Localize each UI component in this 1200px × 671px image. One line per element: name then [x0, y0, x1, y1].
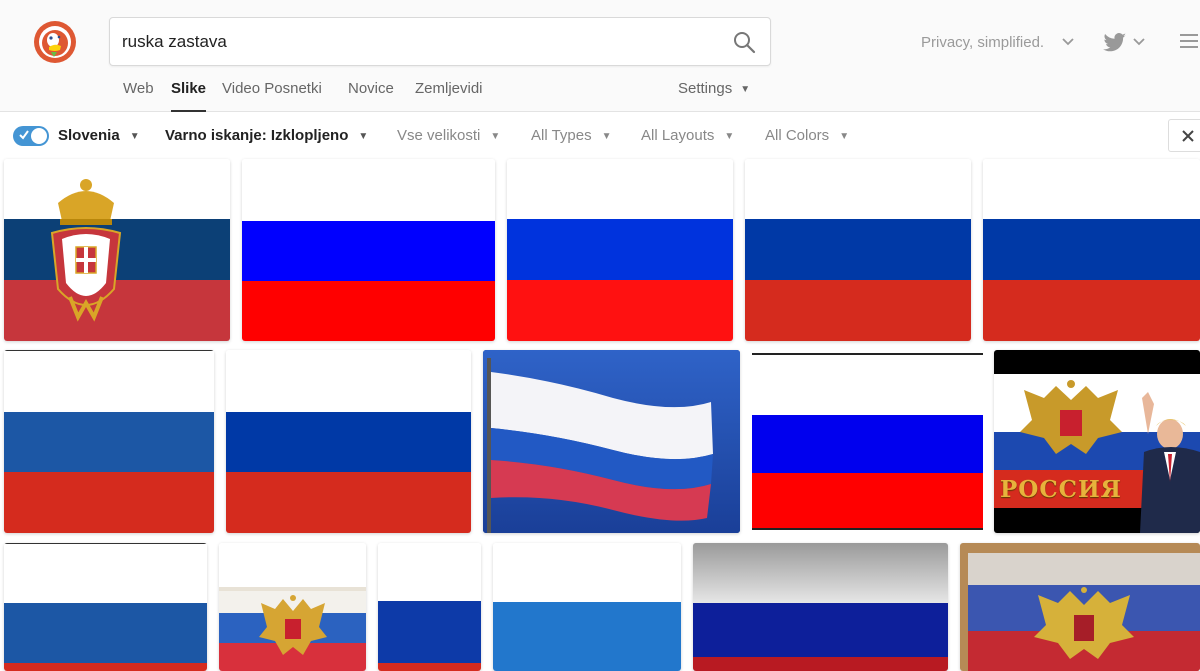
search-input[interactable]	[122, 18, 712, 65]
chevron-down-icon[interactable]	[1062, 38, 1074, 46]
tab-videos[interactable]: Video Posnetki	[222, 80, 322, 112]
image-result[interactable]	[4, 159, 230, 341]
image-result[interactable]	[226, 350, 471, 533]
double-headed-eagle-icon	[1034, 587, 1134, 659]
image-result[interactable]	[483, 350, 740, 533]
close-filters-button[interactable]	[1168, 119, 1200, 152]
header: Privacy, simplified. Web Slike Video Pos…	[0, 0, 1200, 112]
twitter-icon[interactable]	[1103, 33, 1127, 53]
double-headed-eagle-icon	[259, 595, 327, 655]
tab-images[interactable]: Slike	[171, 80, 207, 112]
caret-down-icon: ▼	[601, 131, 612, 142]
check-icon	[19, 130, 29, 140]
caret-down-icon: ▼	[490, 131, 501, 142]
waving-flag-photo	[483, 350, 740, 533]
safe-search-dropdown[interactable]: Varno iskanje: Izklopljeno ▼	[165, 127, 368, 144]
search-icon[interactable]	[732, 30, 756, 54]
menu-icon[interactable]	[1180, 34, 1198, 50]
caret-down-icon: ▼	[129, 131, 140, 142]
caret-down-icon: ▼	[740, 84, 751, 95]
image-result[interactable]: РОССИЯ	[994, 350, 1200, 533]
tab-web[interactable]: Web	[123, 80, 154, 112]
size-dropdown[interactable]: Vse velikosti ▼	[397, 127, 500, 144]
image-result[interactable]	[4, 350, 214, 533]
serbian-coat-of-arms-icon	[50, 179, 122, 322]
duckduckgo-logo-icon[interactable]	[34, 21, 76, 63]
search-box	[109, 17, 771, 66]
caret-down-icon: ▼	[358, 131, 369, 142]
image-result[interactable]	[752, 350, 983, 533]
settings-label: Settings	[678, 80, 733, 97]
region-toggle[interactable]	[13, 126, 49, 146]
layout-dropdown[interactable]: All Layouts ▼	[641, 127, 734, 144]
caret-down-icon: ▼	[724, 131, 735, 142]
person-photo	[1140, 392, 1200, 533]
caret-down-icon: ▼	[839, 131, 850, 142]
tab-maps[interactable]: Zemljevidi	[415, 80, 483, 112]
image-result[interactable]	[4, 543, 207, 671]
type-dropdown[interactable]: All Types ▼	[531, 127, 612, 144]
image-result[interactable]	[693, 543, 948, 671]
privacy-tagline[interactable]: Privacy, simplified.	[921, 34, 1044, 51]
settings-dropdown[interactable]: Settings ▼	[678, 80, 750, 97]
image-result[interactable]	[507, 159, 733, 341]
close-icon	[1182, 130, 1194, 142]
image-result[interactable]	[745, 159, 971, 341]
image-result[interactable]	[983, 159, 1200, 341]
image-result[interactable]	[219, 543, 366, 671]
color-dropdown[interactable]: All Colors ▼	[765, 127, 849, 144]
region-dropdown[interactable]: Slovenia ▼	[58, 127, 140, 144]
image-result[interactable]	[960, 543, 1200, 671]
image-result[interactable]	[378, 543, 481, 671]
chevron-down-icon[interactable]	[1133, 38, 1145, 46]
image-result[interactable]	[242, 159, 495, 341]
filter-bar: Slovenia ▼ Varno iskanje: Izklopljeno ▼ Vs…	[0, 113, 1200, 157]
double-headed-eagle-icon	[1020, 380, 1122, 454]
collage-caption: РОССИЯ	[1000, 476, 1122, 503]
tab-news[interactable]: Novice	[348, 80, 394, 112]
image-result[interactable]	[493, 543, 681, 671]
